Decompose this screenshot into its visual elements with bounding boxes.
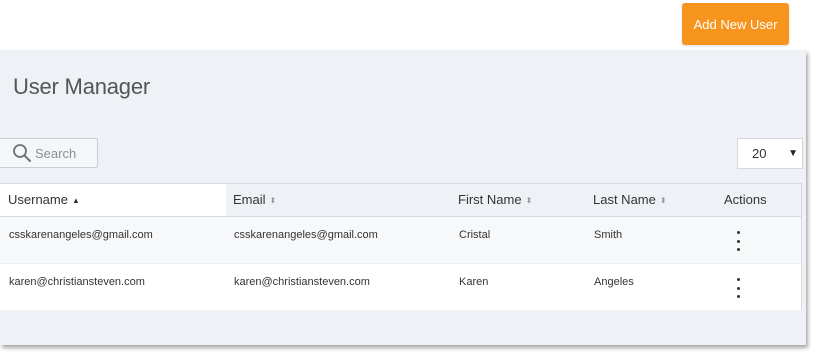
cell-first-name: Karen [459,276,489,288]
page-size-select[interactable]: 20 ▼ [737,138,803,169]
sort-icon: ⬍ [659,196,667,205]
dropdown-caret-icon: ▼ [788,148,798,159]
sort-ascending-icon: ▲ [71,196,80,205]
search-box[interactable] [0,138,98,168]
row-actions-menu-icon[interactable] [731,231,745,251]
search-icon [13,144,31,162]
users-table: Username ▲ Email ⬍ First Name ⬍ Last Name ⬍ … [0,183,802,310]
column-header-label: Username [8,192,68,207]
table-row: csskarenangeles@gmail.com csskarenangele… [0,217,801,263]
cell-email: csskarenangeles@gmail.com [234,229,378,241]
column-header-label: Last Name [593,192,656,207]
column-header-email[interactable]: Email ⬍ [233,184,448,216]
cell-email: karen@christiansteven.com [234,276,370,288]
cell-first-name: Cristal [459,229,491,241]
row-actions-menu-icon[interactable] [731,278,745,298]
cell-username: karen@christiansteven.com [9,276,145,288]
user-manager-panel: User Manager 20 ▼ Username▲ Email⬍ First… [0,50,806,345]
sort-icon: ⬍ [269,196,277,205]
search-input[interactable] [35,145,95,161]
cell-last-name: Angeles [594,276,634,288]
column-header-first-name[interactable]: First Name ⬍ [458,184,588,216]
table-header: Username ▲ Email ⬍ First Name ⬍ Last Name ⬍ … [0,184,801,217]
column-header-username[interactable]: Username ▲ [0,184,226,216]
column-header-label: Actions [724,192,767,207]
cell-last-name: Smith [594,229,623,241]
table-row: karen@christiansteven.com karen@christia… [0,263,801,310]
top-bar: Add New User [0,0,808,50]
cell-username: csskarenangeles@gmail.com [9,229,153,241]
column-header-last-name[interactable]: Last Name ⬍ [593,184,713,216]
page-title: User Manager [13,74,150,99]
add-new-user-button[interactable]: Add New User [682,3,789,45]
sort-icon: ⬍ [525,196,533,205]
column-header-label: Email [233,192,266,207]
column-header-actions: Actions [724,184,794,216]
page-size-value: 20 [752,146,767,161]
column-header-label: First Name [458,192,522,207]
